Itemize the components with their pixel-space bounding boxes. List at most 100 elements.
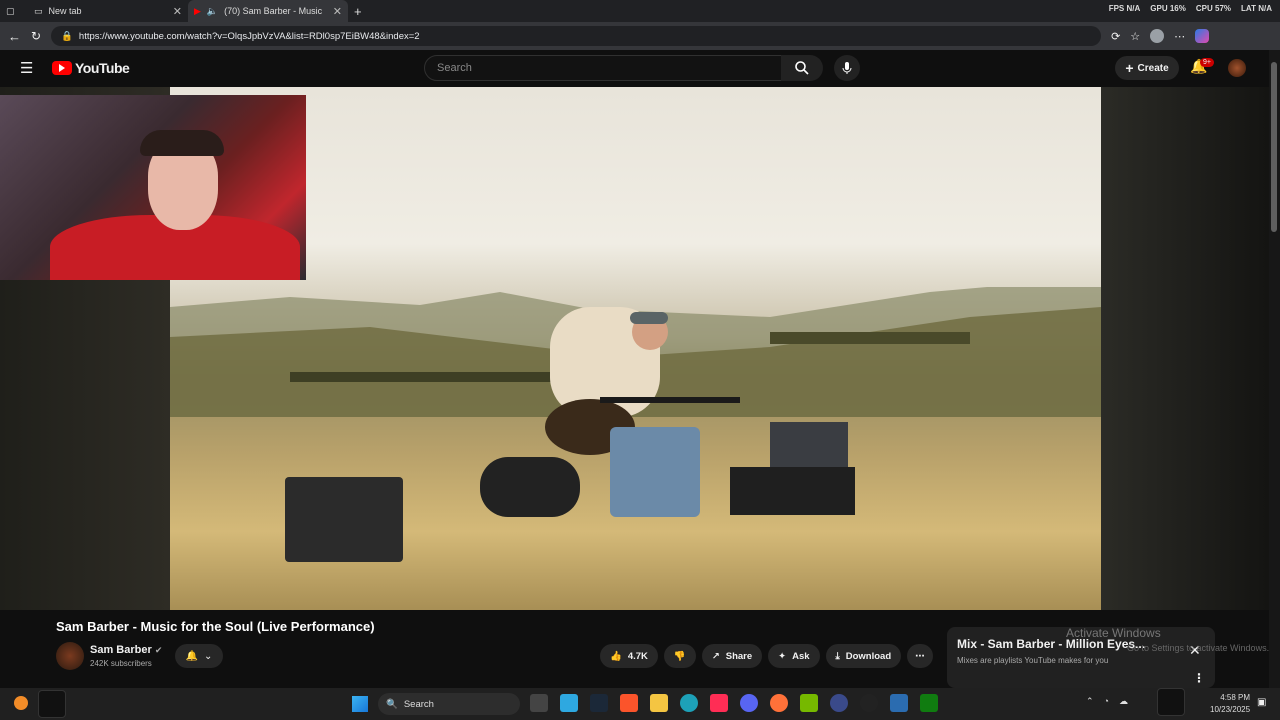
xbox-icon[interactable] — [920, 694, 938, 712]
mix-subtitle: Mixes are playlists YouTube makes for yo… — [957, 656, 1109, 665]
back-icon[interactable]: ← — [8, 29, 21, 44]
channel-avatar[interactable] — [56, 642, 84, 670]
chevron-up-icon[interactable]: ⌃ — [1086, 696, 1094, 707]
menu-icon[interactable]: ☰ — [20, 59, 33, 77]
windows-start-icon[interactable] — [352, 696, 368, 712]
microphone-icon — [842, 62, 852, 74]
youtube-logo[interactable]: YouTube — [52, 60, 130, 76]
lock-icon: 🔒 — [61, 30, 73, 42]
task-view-icon[interactable] — [530, 694, 548, 712]
create-button[interactable]: + Create — [1115, 56, 1179, 80]
chevron-down-icon: ⌄ — [204, 650, 213, 662]
plus-icon: + — [354, 3, 362, 19]
verified-icon: ✔ — [154, 645, 163, 655]
ask-button[interactable]: ✦ Ask — [768, 644, 820, 668]
notification-center-icon[interactable]: ▣ — [1257, 697, 1266, 708]
more-icon[interactable]: ⋯ — [1174, 30, 1185, 43]
more-actions-button[interactable]: ⋯ — [907, 644, 933, 668]
scrollbar-thumb[interactable] — [1271, 62, 1277, 232]
plus-icon: + — [1125, 60, 1134, 76]
system-clock[interactable]: 4:58 PM 10/23/2025 — [1210, 692, 1250, 716]
obs-icon[interactable] — [860, 694, 878, 712]
cloud-icon[interactable]: ☁ — [1119, 696, 1128, 707]
favorites-icon[interactable]: ☆ — [1130, 30, 1140, 43]
dislike-button[interactable]: 👎 — [663, 644, 696, 668]
subscription-bell-button[interactable]: 🔔 ⌄ — [175, 644, 223, 668]
search-icon — [795, 61, 809, 75]
app-icon[interactable] — [830, 694, 848, 712]
stat-cpu: CPU 57% — [1195, 4, 1232, 13]
thumbs-up-icon: 👍 — [610, 650, 622, 662]
search-icon: 🔍 — [386, 698, 398, 710]
steam-icon[interactable] — [590, 694, 608, 712]
search-input[interactable]: Search — [424, 55, 782, 81]
pinned-apps — [530, 694, 938, 712]
nvidia-icon[interactable] — [800, 694, 818, 712]
photos-icon[interactable] — [890, 694, 908, 712]
bell-icon: 🔔 — [185, 650, 199, 662]
weather-icon[interactable] — [14, 696, 28, 710]
windows-taskbar: 🔍 Search ⌃ ◔ ☁ 🔊 4:58 PM 10/23/2025 ▣ — [0, 688, 1280, 720]
performer-scene — [285, 307, 855, 562]
file-explorer-icon[interactable] — [650, 694, 668, 712]
page-scrollbar[interactable] — [1269, 50, 1280, 688]
webcam-overlay — [0, 95, 306, 280]
search-button[interactable] — [781, 55, 823, 81]
address-bar-row: ← ↻ 🔒 https://www.youtube.com/watch?v=Ol… — [0, 22, 1280, 50]
new-tab-button[interactable]: + — [348, 0, 368, 22]
more-horizontal-icon: ⋯ — [915, 650, 925, 662]
url-field[interactable]: 🔒 https://www.youtube.com/watch?v=OlqsJp… — [51, 26, 1102, 46]
edge-icon[interactable] — [680, 694, 698, 712]
tab-actions-icon: ▢ — [6, 5, 15, 16]
discord-icon[interactable] — [740, 694, 758, 712]
url-text: https://www.youtube.com/watch?v=OlqsJpbV… — [78, 30, 420, 42]
voice-search-button[interactable] — [834, 55, 860, 81]
sparkle-icon: ✦ — [778, 650, 787, 662]
tiktok-app-icon[interactable] — [710, 694, 728, 712]
notifications-badge: 9+ — [1200, 58, 1214, 67]
youtube-header: ☰ YouTube Search + Create 🔔 9+ — [0, 50, 1280, 87]
reload-icon[interactable]: ↻ — [31, 29, 41, 43]
speaker-icon[interactable]: 🔈 — [207, 6, 218, 17]
profile-icon[interactable] — [1150, 29, 1165, 43]
notepad-icon[interactable] — [560, 694, 578, 712]
like-button[interactable]: 👍 4.7K — [600, 644, 658, 668]
more-vertical-icon[interactable]: ⋮ — [1193, 671, 1205, 685]
sync-icon[interactable]: ◔ — [1104, 696, 1109, 707]
video-actions: 👍 4.7K 👎 ↗ Share ✦ Ask ⤓ Download ⋯ — [600, 644, 933, 668]
tab-youtube[interactable]: ▶ 🔈 (70) Sam Barber - Music for ✕ — [188, 0, 348, 22]
tab-label: New tab — [48, 6, 82, 16]
share-button[interactable]: ↗ Share — [701, 644, 763, 668]
activate-windows-title: Activate Windows — [1066, 626, 1161, 640]
close-icon[interactable]: ✕ — [173, 5, 182, 18]
video-player[interactable] — [170, 87, 1101, 610]
stat-lat: LAT N/A — [1241, 4, 1272, 13]
tab-actions-button[interactable]: ▢ — [0, 0, 28, 22]
page-icon: ▭ — [34, 5, 43, 16]
webcam-person-headphones — [140, 130, 224, 156]
tab-label: (70) Sam Barber - Music for — [224, 6, 325, 16]
thumbs-down-icon: 👎 — [673, 650, 686, 662]
share-icon: ↗ — [711, 650, 720, 662]
firefox-icon[interactable] — [770, 694, 788, 712]
close-icon[interactable]: ✕ — [333, 5, 342, 18]
download-icon: ⤓ — [835, 650, 840, 662]
ambient-right — [1101, 87, 1269, 610]
download-button[interactable]: ⤓ Download — [825, 644, 902, 668]
tiktok-icon[interactable] — [38, 690, 66, 718]
stat-gpu: GPU 16% — [1150, 4, 1186, 13]
copilot-icon[interactable] — [1195, 29, 1210, 43]
tab-new-tab[interactable]: ▭ New tab ✕ — [28, 0, 188, 22]
performance-overlay: FPS N/A GPU 16% CPU 57% LAT N/A — [1109, 4, 1272, 13]
extensions-icon[interactable]: ⟳ — [1111, 30, 1120, 43]
brave-icon[interactable] — [620, 694, 638, 712]
tiktok-tray-icon[interactable] — [1157, 688, 1185, 716]
channel-name[interactable]: Sam Barber ✔ — [90, 644, 162, 656]
subscriber-count: 242K subscribers — [90, 659, 152, 668]
video-title: Sam Barber - Music for the Soul (Live Pe… — [56, 619, 375, 634]
youtube-favicon-icon: ▶ — [194, 5, 201, 16]
stat-fps: FPS N/A — [1108, 4, 1141, 13]
browser-tab-bar: ▢ ▭ New tab ✕ ▶ 🔈 (70) Sam Barber - Musi… — [0, 0, 1280, 22]
taskbar-search[interactable]: 🔍 Search — [378, 693, 520, 715]
account-avatar[interactable] — [1228, 59, 1246, 77]
